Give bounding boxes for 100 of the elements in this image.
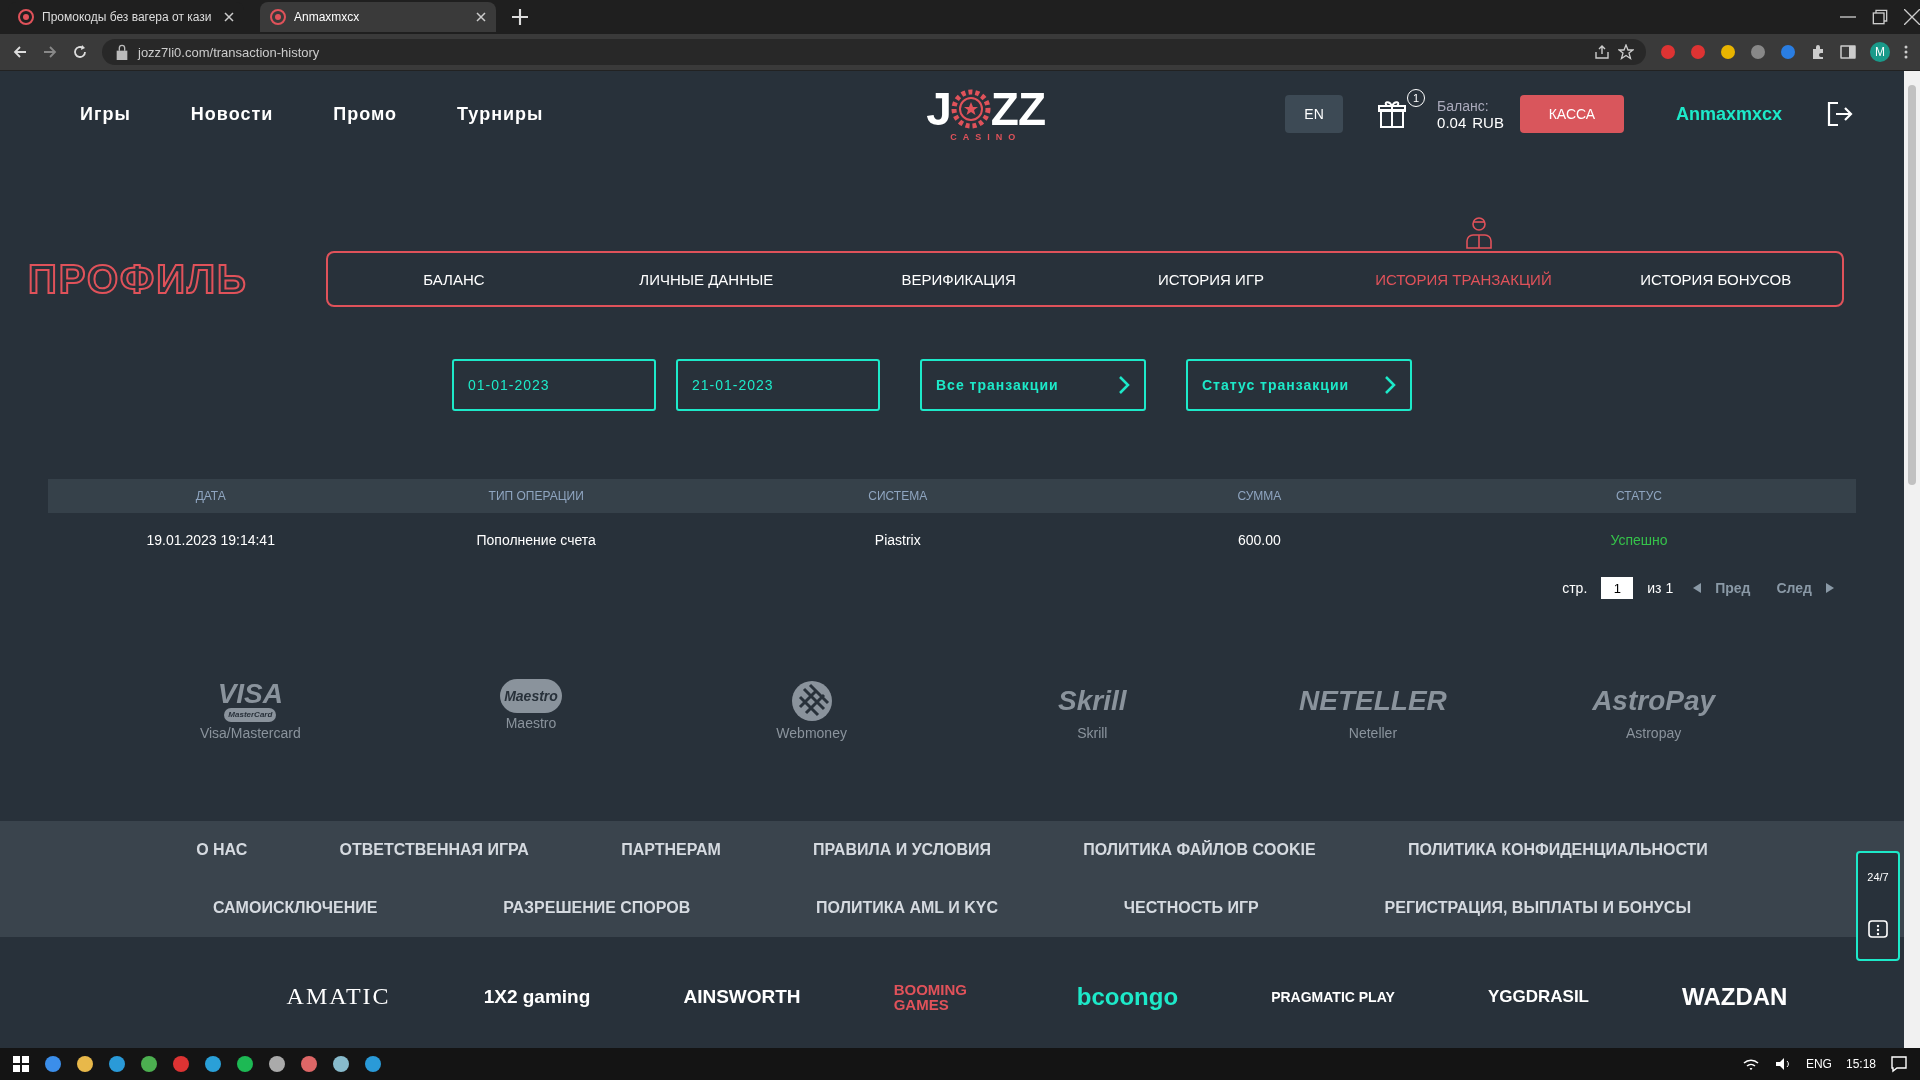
scrollbar[interactable] [1904,71,1920,1048]
puzzle-icon[interactable] [1810,44,1826,60]
footer-link[interactable]: РЕГИСТРАЦИЯ, ВЫПЛАТЫ И БОНУСЫ [1384,899,1692,917]
profile-tab[interactable]: БАЛАНС [327,269,581,289]
triangle-left-icon [1693,583,1702,593]
extension-icon[interactable] [1660,44,1676,60]
footer-link[interactable]: ОТВЕТСТВЕННАЯ ИГРА [339,841,529,859]
support-widget[interactable]: 24/7 [1856,851,1900,961]
payment-logo: Skrill [1058,684,1127,718]
footer-link[interactable]: ПАРТНЕРАМ [621,841,721,859]
restore-icon[interactable] [1872,9,1888,25]
column-header: ДАТА [194,489,227,503]
chevron-right-icon [1118,375,1130,395]
app-icon[interactable] [44,1055,62,1073]
language-button[interactable]: EN [1285,95,1344,133]
provider-logo: 1X2 gaming [483,985,591,1008]
date-field[interactable]: 01-01-2023 [452,359,656,411]
nav-link[interactable]: Игры [80,103,131,125]
close-icon[interactable] [1904,9,1920,25]
close-icon[interactable] [224,12,234,22]
triangle-right-icon [1826,583,1834,593]
logo-text: VISA [217,680,283,708]
app-icon[interactable] [268,1055,286,1073]
app-icon[interactable] [204,1055,222,1073]
lock-icon [114,44,130,60]
menu-icon[interactable] [1904,44,1908,60]
dropdown[interactable]: Все транзакции [920,359,1146,411]
star-icon[interactable] [1618,44,1634,60]
app-icon[interactable] [140,1055,158,1073]
notification-icon[interactable] [1890,1055,1908,1073]
app-icon[interactable] [332,1055,350,1073]
extension-icon[interactable] [1690,44,1706,60]
sidebar-icon[interactable] [1840,44,1856,60]
balance-currency: RUB [1472,113,1504,131]
footer-link[interactable]: О НАС [196,841,248,859]
profile-tab[interactable]: ЛИЧНЫЕ ДАННЫЕ [580,269,833,289]
app-icon[interactable] [76,1055,94,1073]
footer-link[interactable]: РАЗРЕШЕНИЕ СПОРОВ [503,899,691,917]
close-icon[interactable] [476,12,486,22]
notification-badge: 1 [1407,89,1426,107]
footer-link[interactable]: ПОЛИТИКА ФАЙЛОВ COOKIE [1083,841,1316,859]
status-text: Успешно [1609,532,1669,548]
profile-title: ПРОФИЛЬ [28,256,248,302]
dropdown[interactable]: Статус транзакции [1186,359,1412,411]
payment-caption: Maestro [505,715,557,731]
browser-tab[interactable]: Anmaxmxcx [260,2,496,32]
windows-icon[interactable] [12,1055,30,1073]
next-button[interactable]: След [1770,579,1840,597]
extension-icon[interactable] [1750,44,1766,60]
nav-link[interactable]: Новости [190,103,274,125]
provider-logo: BOOMING GAMES [893,981,968,1012]
provider-logo: PRAGMATIC PLAY [1271,988,1395,1005]
previous-button[interactable]: Пред [1687,579,1757,597]
column-header: СТАТУС [1615,489,1663,503]
username-link[interactable]: Anmaxmxcx [1675,103,1782,125]
back-icon[interactable] [12,44,28,60]
logo-text: MasterCard [224,708,277,722]
clock[interactable]: 15:18 [1845,1057,1876,1071]
provider-logo: AINSWORTH [683,985,801,1008]
address-bar[interactable]: jozz7li0.com/transaction-history [102,39,1646,65]
url-text: jozz7li0.com/transaction-history [138,44,320,60]
forward-icon[interactable] [42,44,58,60]
date-field[interactable]: 21-01-2023 [676,359,880,411]
profile-tab[interactable]: ВЕРИФИКАЦИЯ [832,269,1085,289]
app-icon[interactable] [236,1055,254,1073]
payment-caption: Visa/Mastercard [199,725,301,741]
extension-icon[interactable] [1720,44,1736,60]
app-icon[interactable] [108,1055,126,1073]
table-cell-text: 19.01.2023 19:14:41 [145,532,276,548]
footer-link[interactable]: ПОЛИТИКА КОНФИДЕНЦИАЛЬНОСТИ [1407,841,1708,859]
provider-logo: bcoongo [1076,982,1179,1011]
column-header: СИСТЕМА [867,489,929,503]
gift-icon[interactable] [1377,99,1408,129]
payment-caption: Webmoney [776,725,847,741]
page-input[interactable]: 1 [1601,577,1634,599]
plus-icon[interactable] [512,9,528,25]
profile-tab[interactable]: ИСТОРИЯ БОНУСОВ [1589,269,1842,289]
profile-tab[interactable]: ИСТОРИЯ ИГР [1084,269,1338,289]
extension-icon[interactable] [1780,44,1796,60]
payment-logo: NETELLER [1299,684,1447,718]
logout-icon[interactable] [1826,100,1854,128]
share-icon[interactable] [1594,44,1610,60]
footer-link[interactable]: ПРАВИЛА И УСЛОВИЯ [813,841,991,859]
keyboard-language[interactable]: ENG [1805,1057,1832,1071]
app-icon[interactable] [300,1055,318,1073]
app-icon[interactable] [364,1055,382,1073]
table-cell-text: Piastrix [873,532,922,548]
column-header: ТИП ОПЕРАЦИИ [487,489,585,503]
payment-logo: AstroPay [1592,684,1716,718]
reload-icon[interactable] [72,44,88,60]
footer-link[interactable]: ПОЛИТИКА AML И KYC [816,899,998,917]
wheel-icon [18,9,34,25]
footer-link[interactable]: ЧЕСТНОСТЬ ИГР [1123,899,1259,917]
chevron-right-icon [1384,375,1396,395]
column-header: СУММА [1236,489,1283,503]
cashier-button[interactable]: КАССА [1519,95,1624,133]
nav-link[interactable]: Промо [333,103,398,125]
footer-link[interactable]: САМОИСКЛЮЧЕНИЕ [212,899,378,917]
chat-icon [1867,919,1889,941]
nav-link[interactable]: Турниры [457,103,544,125]
